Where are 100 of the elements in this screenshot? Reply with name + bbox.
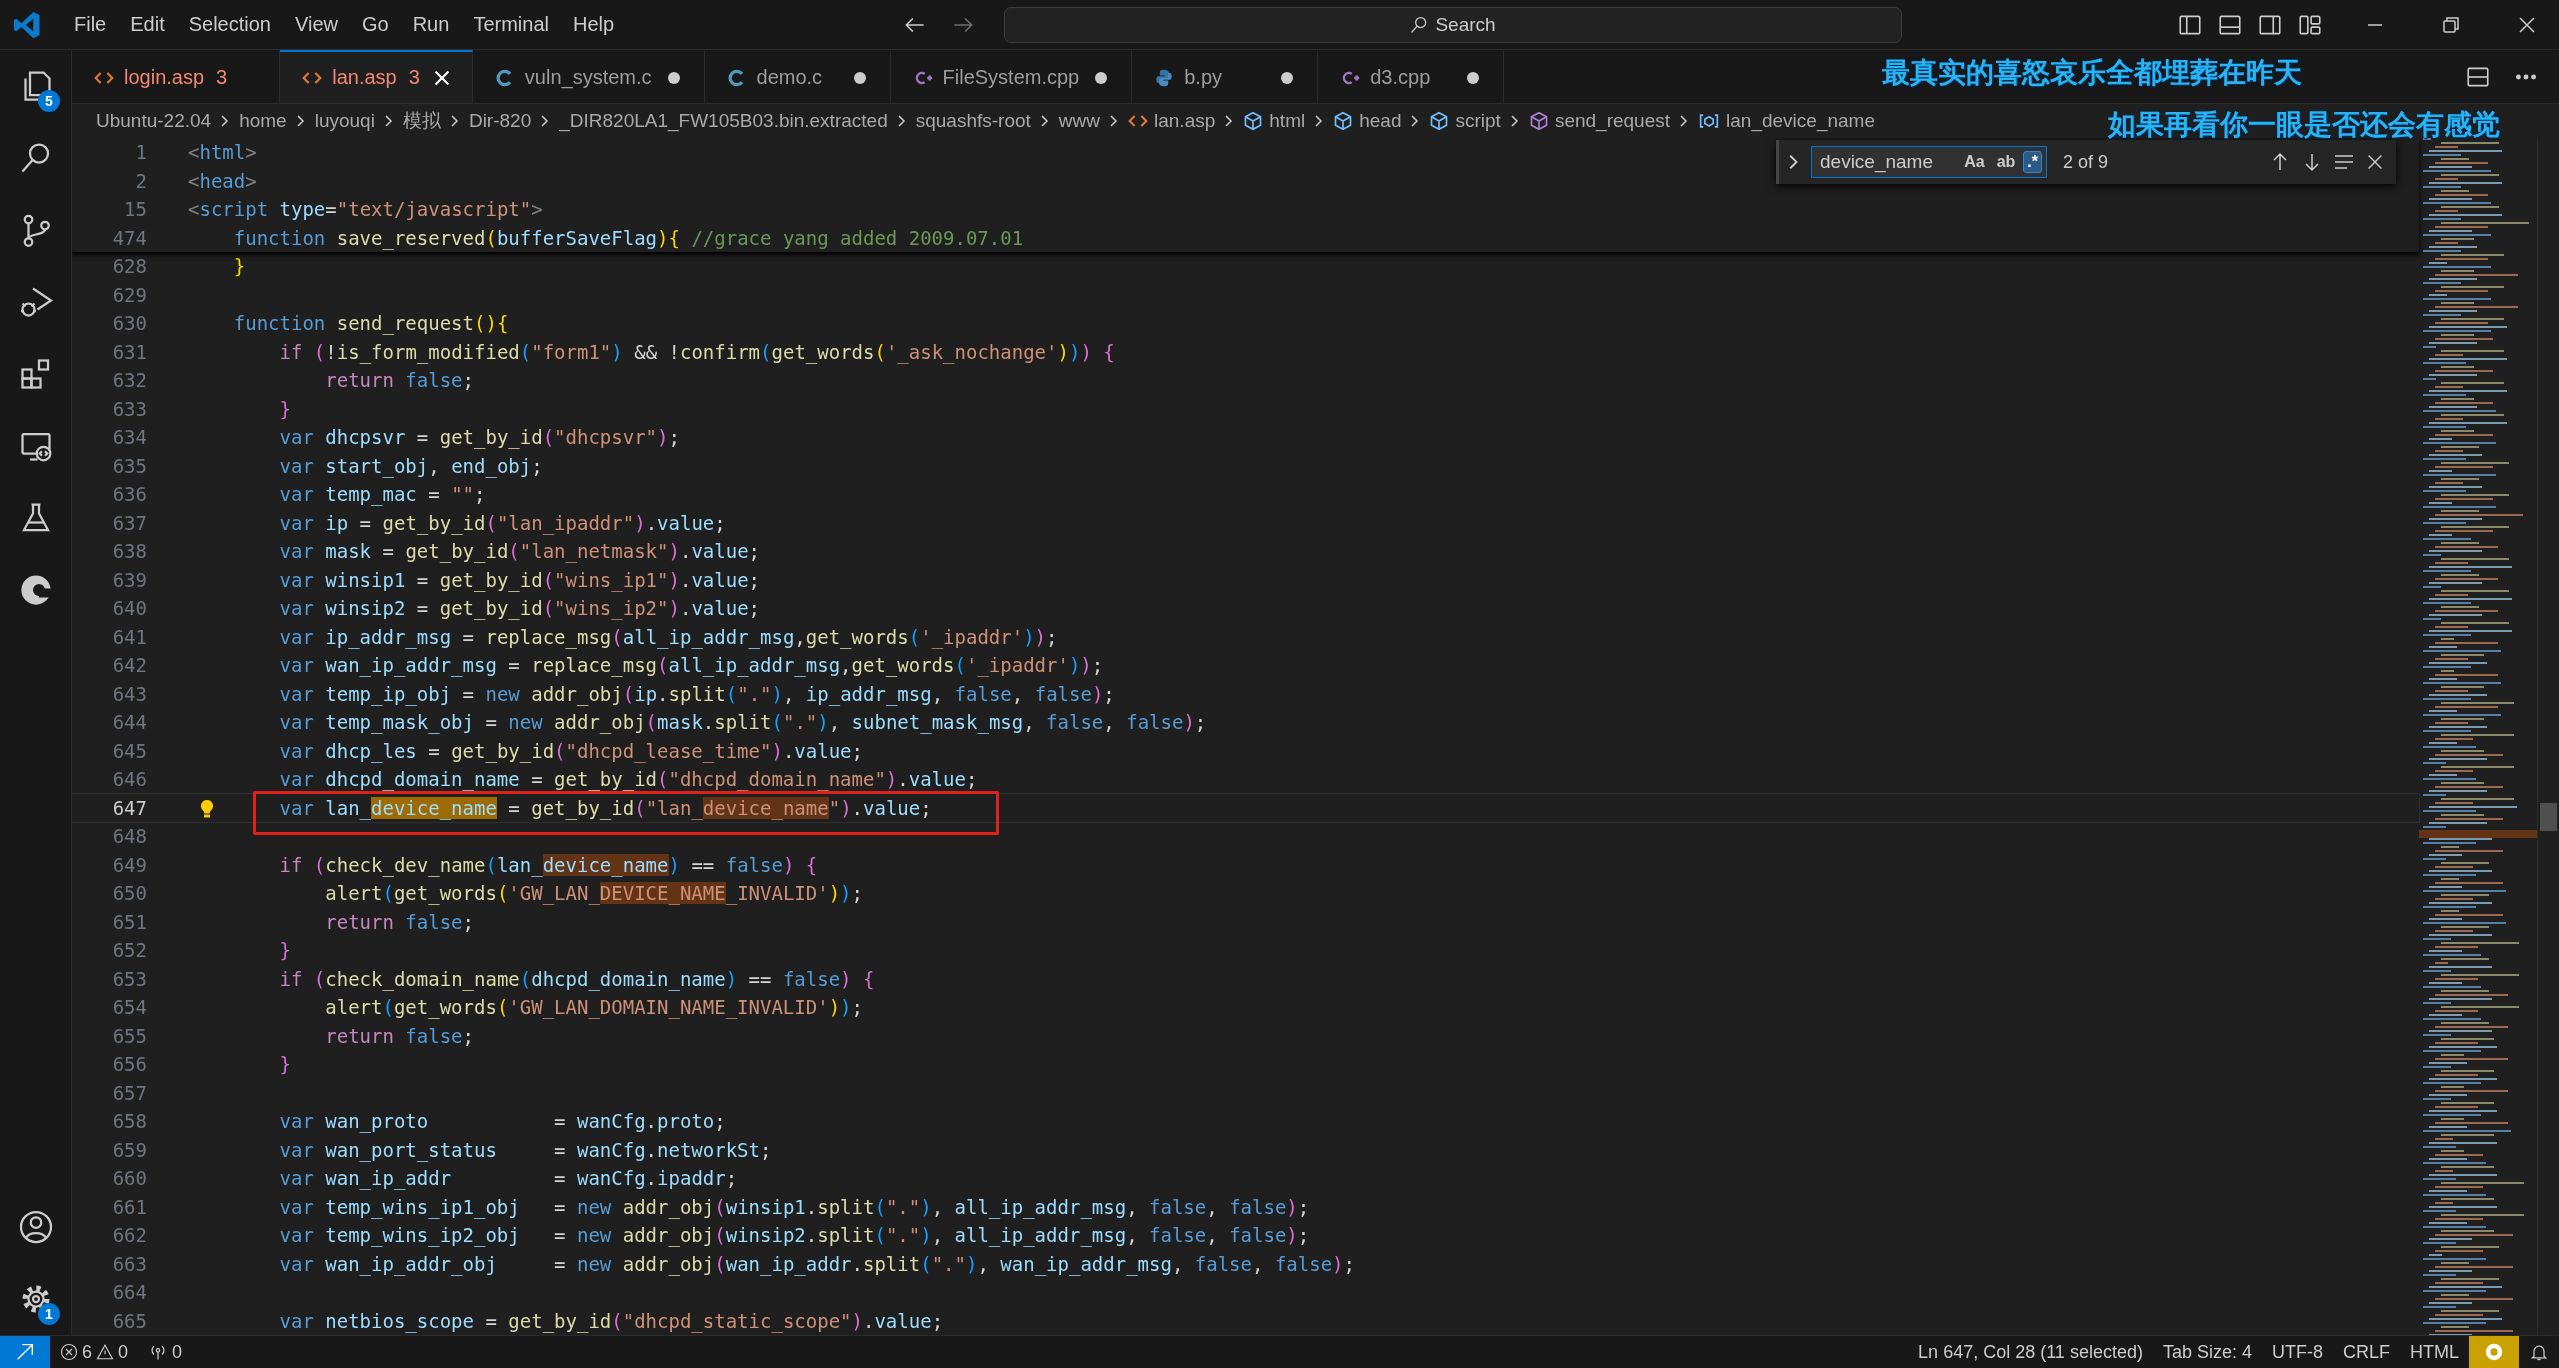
account-icon[interactable] — [17, 1209, 54, 1245]
status-item[interactable]: UTF-8 — [2262, 1341, 2333, 1363]
code-line: var dhcpsvr = get_by_id("dhcpsvr"); — [278, 425, 680, 451]
code-line: var wan_ip_addr = wanCfg.ipaddr; — [278, 1166, 738, 1192]
logo-icon[interactable] — [12, 9, 42, 40]
line-number: 474 — [111, 225, 147, 251]
code-line: var winsip1 = get_by_id("wins_ip1").value; — [278, 567, 761, 594]
find-input[interactable]: device_name Aa ab .* — [1811, 146, 2047, 178]
code-line: var dhcpd_domain_name = get_by_id("dhcpd_domain_name").value; — [278, 767, 978, 793]
breadcrumb-item[interactable]: Dir-820 — [468, 110, 532, 132]
breadcrumb-item[interactable]: lan_device_name — [1698, 110, 1875, 132]
code-line: if (check_dev_name(lan_device_name) == false) { — [278, 852, 818, 879]
code-line: var wan_ip_addr_obj = new addr_obj(wan_ip_addr.split("."), wan_ip_addr_msg, false, false); — [278, 1251, 1355, 1278]
breadcrumb-item[interactable]: head — [1333, 110, 1402, 132]
code-line: function send_request(){ — [232, 311, 509, 337]
find-option-toggle[interactable]: Aa — [1960, 151, 1989, 173]
code-line: <html> — [188, 140, 257, 165]
line-number: 642 — [111, 653, 147, 678]
line-number: 649 — [111, 852, 147, 878]
code-line: var temp_ip_obj = new addr_obj(ip.split("."), ip_addr_msg, false, false); — [278, 681, 1115, 708]
menu-item[interactable]: File — [62, 7, 119, 42]
problems-status[interactable]: 6 0 — [50, 1341, 139, 1363]
lightbulb-icon — [198, 798, 216, 819]
line-number: 2 — [134, 168, 147, 194]
line-number: 655 — [111, 1023, 147, 1049]
breadcrumb-item[interactable]: squashfs-root — [915, 110, 1031, 132]
line-number: 662 — [111, 1223, 147, 1248]
line-number: 665 — [111, 1308, 147, 1334]
line-number: 635 — [111, 453, 147, 479]
code-line: var netbios_scope = get_by_id("dhcpd_static_scope").value; — [278, 1308, 944, 1335]
code-line: var wan_ip_addr_msg = replace_msg(all_ip_addr_msg,get_words('_ipaddr')); — [278, 653, 1104, 679]
command-center-search[interactable]: Search — [1003, 6, 1902, 43]
notification-badge: 1 — [38, 1303, 60, 1325]
line-number: 643 — [111, 681, 147, 707]
status-item[interactable]: Ln 647, Col 28 (11 selected) — [1908, 1341, 2153, 1363]
assistant-icon — [2483, 1341, 2505, 1363]
menu-item[interactable]: Edit — [118, 7, 177, 42]
breadcrumb-item[interactable]: Ubuntu-22.04 — [96, 110, 212, 132]
cube-icon — [1333, 111, 1354, 131]
menu-item[interactable]: Run — [400, 7, 462, 42]
line-number: 639 — [111, 567, 147, 593]
line-number: 15 — [123, 197, 147, 222]
notification-badge: 5 — [38, 90, 60, 112]
status-item[interactable]: Tab Size: 4 — [2152, 1341, 2262, 1363]
line-number: 645 — [111, 738, 147, 764]
scrollbar-thumb[interactable] — [2540, 803, 2557, 831]
breadcrumb-item[interactable]: lan.asp — [1128, 110, 1216, 132]
line-number: 650 — [111, 881, 147, 906]
find-option-toggle[interactable]: .* — [2023, 151, 2042, 173]
code-line: var ip = get_by_id("lan_ipaddr").value; — [278, 510, 726, 537]
code-line: var mask = get_by_id("lan_netmask").value; — [278, 539, 761, 565]
line-number: 636 — [111, 482, 147, 507]
line-number: 640 — [111, 596, 147, 621]
status-item[interactable]: CRLF — [2333, 1341, 2400, 1363]
menu-item[interactable]: View — [283, 7, 350, 42]
breadcrumb-item[interactable]: home — [239, 110, 287, 132]
menu-item[interactable]: Go — [350, 7, 401, 42]
match-count: 2 of 9 — [2063, 151, 2109, 173]
line-number: 632 — [111, 368, 147, 393]
code-line: var start_obj, end_obj; — [278, 453, 543, 480]
line-number: 1 — [134, 140, 147, 165]
line-number: 657 — [111, 1080, 147, 1106]
lyrics-text: 最真实的喜怒哀乐全都埋葬在昨天 — [1882, 55, 2302, 91]
chevron-icon — [1108, 113, 1120, 129]
ports-status[interactable]: 0 — [138, 1341, 193, 1363]
cube-icon — [1429, 111, 1450, 131]
code-line: } — [278, 396, 291, 422]
line-number: 654 — [111, 995, 147, 1020]
variable-icon — [1698, 111, 1721, 131]
cube-icon — [1243, 111, 1264, 131]
chevron-icon — [448, 113, 461, 129]
line-number: 644 — [111, 710, 147, 735]
status-item[interactable]: HTML — [2400, 1341, 2469, 1363]
chevron-icon — [294, 113, 307, 129]
breadcrumb-item[interactable]: www — [1058, 110, 1100, 132]
breadcrumb-item[interactable]: send_request — [1528, 110, 1671, 132]
error-icon — [60, 1343, 78, 1361]
line-number: 630 — [111, 311, 147, 336]
code-line: var wan_port_status = wanCfg.networkSt; — [278, 1137, 772, 1164]
breadcrumb-item[interactable]: luyouqi — [314, 110, 375, 132]
code-line: var temp_mask_obj = new addr_obj(mask.split("."), subnet_mask_msg, false, false); — [278, 710, 1207, 736]
breadcrumb-item[interactable]: _DIR820LA1_FW105B03.bin.extracted — [559, 110, 888, 132]
chevron-icon — [895, 113, 908, 129]
remote-button[interactable] — [0, 1336, 50, 1368]
code-line: var ip_addr_msg = replace_msg(all_ip_addr_msg,get_words('_ipaddr')); — [278, 624, 1058, 651]
menu-item[interactable]: Help — [560, 7, 627, 42]
breadcrumb-item[interactable]: html — [1243, 110, 1306, 132]
code-line: return false; — [324, 1023, 474, 1049]
lyrics-text: 如果再看你一眼是否还会有感觉 — [2108, 107, 2500, 143]
line-number: 663 — [111, 1251, 147, 1277]
code-line: var temp_mac = ""; — [278, 482, 486, 508]
menu-item[interactable]: Terminal — [461, 7, 561, 42]
find-option-toggle[interactable]: ab — [1992, 151, 2020, 173]
editor-tab[interactable]: lan.asp 3 — [280, 50, 473, 103]
line-number: 638 — [111, 539, 147, 564]
minimap[interactable] — [2419, 138, 2537, 1335]
breadcrumb-item[interactable]: script — [1429, 110, 1501, 132]
menu-item[interactable]: Selection — [176, 7, 283, 42]
code-line: var winsip2 = get_by_id("wins_ip2").value; — [278, 596, 761, 622]
breadcrumb-item[interactable]: 模拟 — [402, 108, 441, 134]
